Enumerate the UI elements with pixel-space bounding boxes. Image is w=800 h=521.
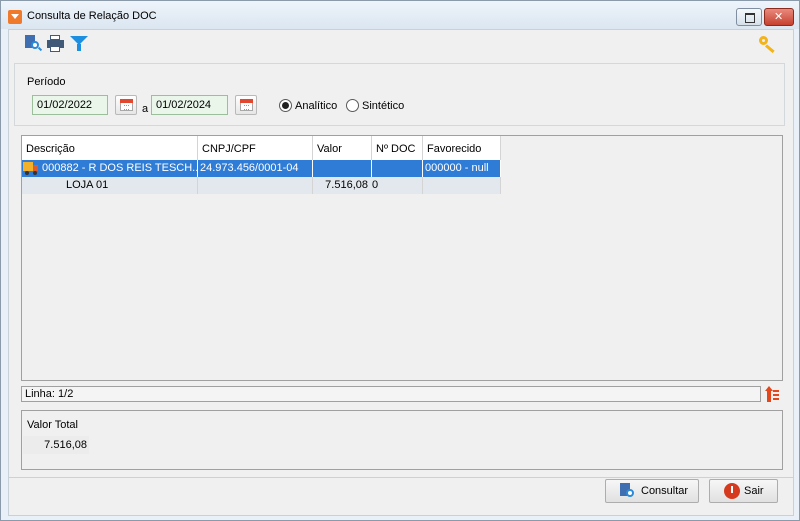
radio-sintetico-label[interactable]: Sintético xyxy=(362,100,404,112)
column-header-ndoc[interactable]: Nº DOC xyxy=(372,136,423,160)
table-row[interactable]: 000882 - R DOS REIS TESCH... 24.973.456/… xyxy=(22,160,501,177)
start-date-field[interactable] xyxy=(32,95,108,115)
period-label: Período xyxy=(27,76,66,88)
sort-icon[interactable] xyxy=(763,386,781,404)
key-icon[interactable] xyxy=(759,36,779,54)
end-date-field[interactable] xyxy=(151,95,228,115)
row-counter: Linha: 1/2 xyxy=(21,386,761,402)
print-icon[interactable] xyxy=(47,35,64,52)
radio-analitico-label[interactable]: Analítico xyxy=(295,100,337,112)
radio-sintetico[interactable] xyxy=(346,99,359,112)
sair-label: Sair xyxy=(744,485,764,497)
cell-cnpj: 24.973.456/0001-04 xyxy=(198,160,313,177)
total-value: 7.516,08 xyxy=(23,436,89,454)
start-calendar-button[interactable] xyxy=(115,95,137,115)
cell-favorecido xyxy=(423,177,501,194)
cell-ndoc xyxy=(372,160,423,177)
end-calendar-button[interactable] xyxy=(235,95,257,115)
date-separator: a xyxy=(142,103,149,115)
main-window: Consulta de Relação DOC Período a Analít… xyxy=(0,0,800,521)
truck-icon xyxy=(23,162,39,175)
column-header-cnpj[interactable]: CNPJ/CPF xyxy=(198,136,313,160)
sair-button[interactable]: Sair xyxy=(709,479,778,503)
total-label: Valor Total xyxy=(27,419,78,431)
consultar-label: Consultar xyxy=(641,485,689,497)
grid-header: Descrição CNPJ/CPF Valor Nº DOC Favoreci… xyxy=(22,136,501,160)
filter-icon[interactable] xyxy=(70,35,88,52)
cell-descricao: 000882 - R DOS REIS TESCH... xyxy=(22,160,198,177)
cell-valor: 7.516,08 xyxy=(313,177,372,194)
title-bar: Consulta de Relação DOC xyxy=(1,1,799,29)
column-header-descricao[interactable]: Descrição xyxy=(22,136,198,160)
window-title: Consulta de Relação DOC xyxy=(27,10,157,22)
cell-valor xyxy=(313,160,372,177)
radio-analitico[interactable] xyxy=(279,99,292,112)
search-document-icon[interactable] xyxy=(25,35,43,52)
cell-cnpj xyxy=(198,177,313,194)
cell-descricao-text: 000882 - R DOS REIS TESCH... xyxy=(42,162,198,174)
column-header-favorecido[interactable]: Favorecido xyxy=(423,136,501,160)
calendar-icon xyxy=(120,99,133,111)
cell-ndoc: 0 xyxy=(372,177,423,194)
consultar-button[interactable]: Consultar xyxy=(605,479,699,503)
results-grid[interactable]: Descrição CNPJ/CPF Valor Nº DOC Favoreci… xyxy=(21,135,783,381)
total-panel: Valor Total 7.516,08 xyxy=(21,410,783,470)
calendar-icon xyxy=(240,99,253,111)
exit-icon xyxy=(724,483,740,499)
close-button[interactable] xyxy=(764,8,794,26)
search-document-icon xyxy=(620,483,637,500)
column-header-valor[interactable]: Valor xyxy=(313,136,372,160)
restore-button[interactable] xyxy=(736,8,762,26)
content-area: Período a Analítico Sintético Descrição … xyxy=(8,29,794,516)
app-icon xyxy=(8,10,22,24)
table-row[interactable]: LOJA 01 7.516,08 0 xyxy=(22,177,501,194)
cell-descricao: LOJA 01 xyxy=(22,177,198,194)
cell-favorecido: 000000 - null xyxy=(423,160,501,177)
